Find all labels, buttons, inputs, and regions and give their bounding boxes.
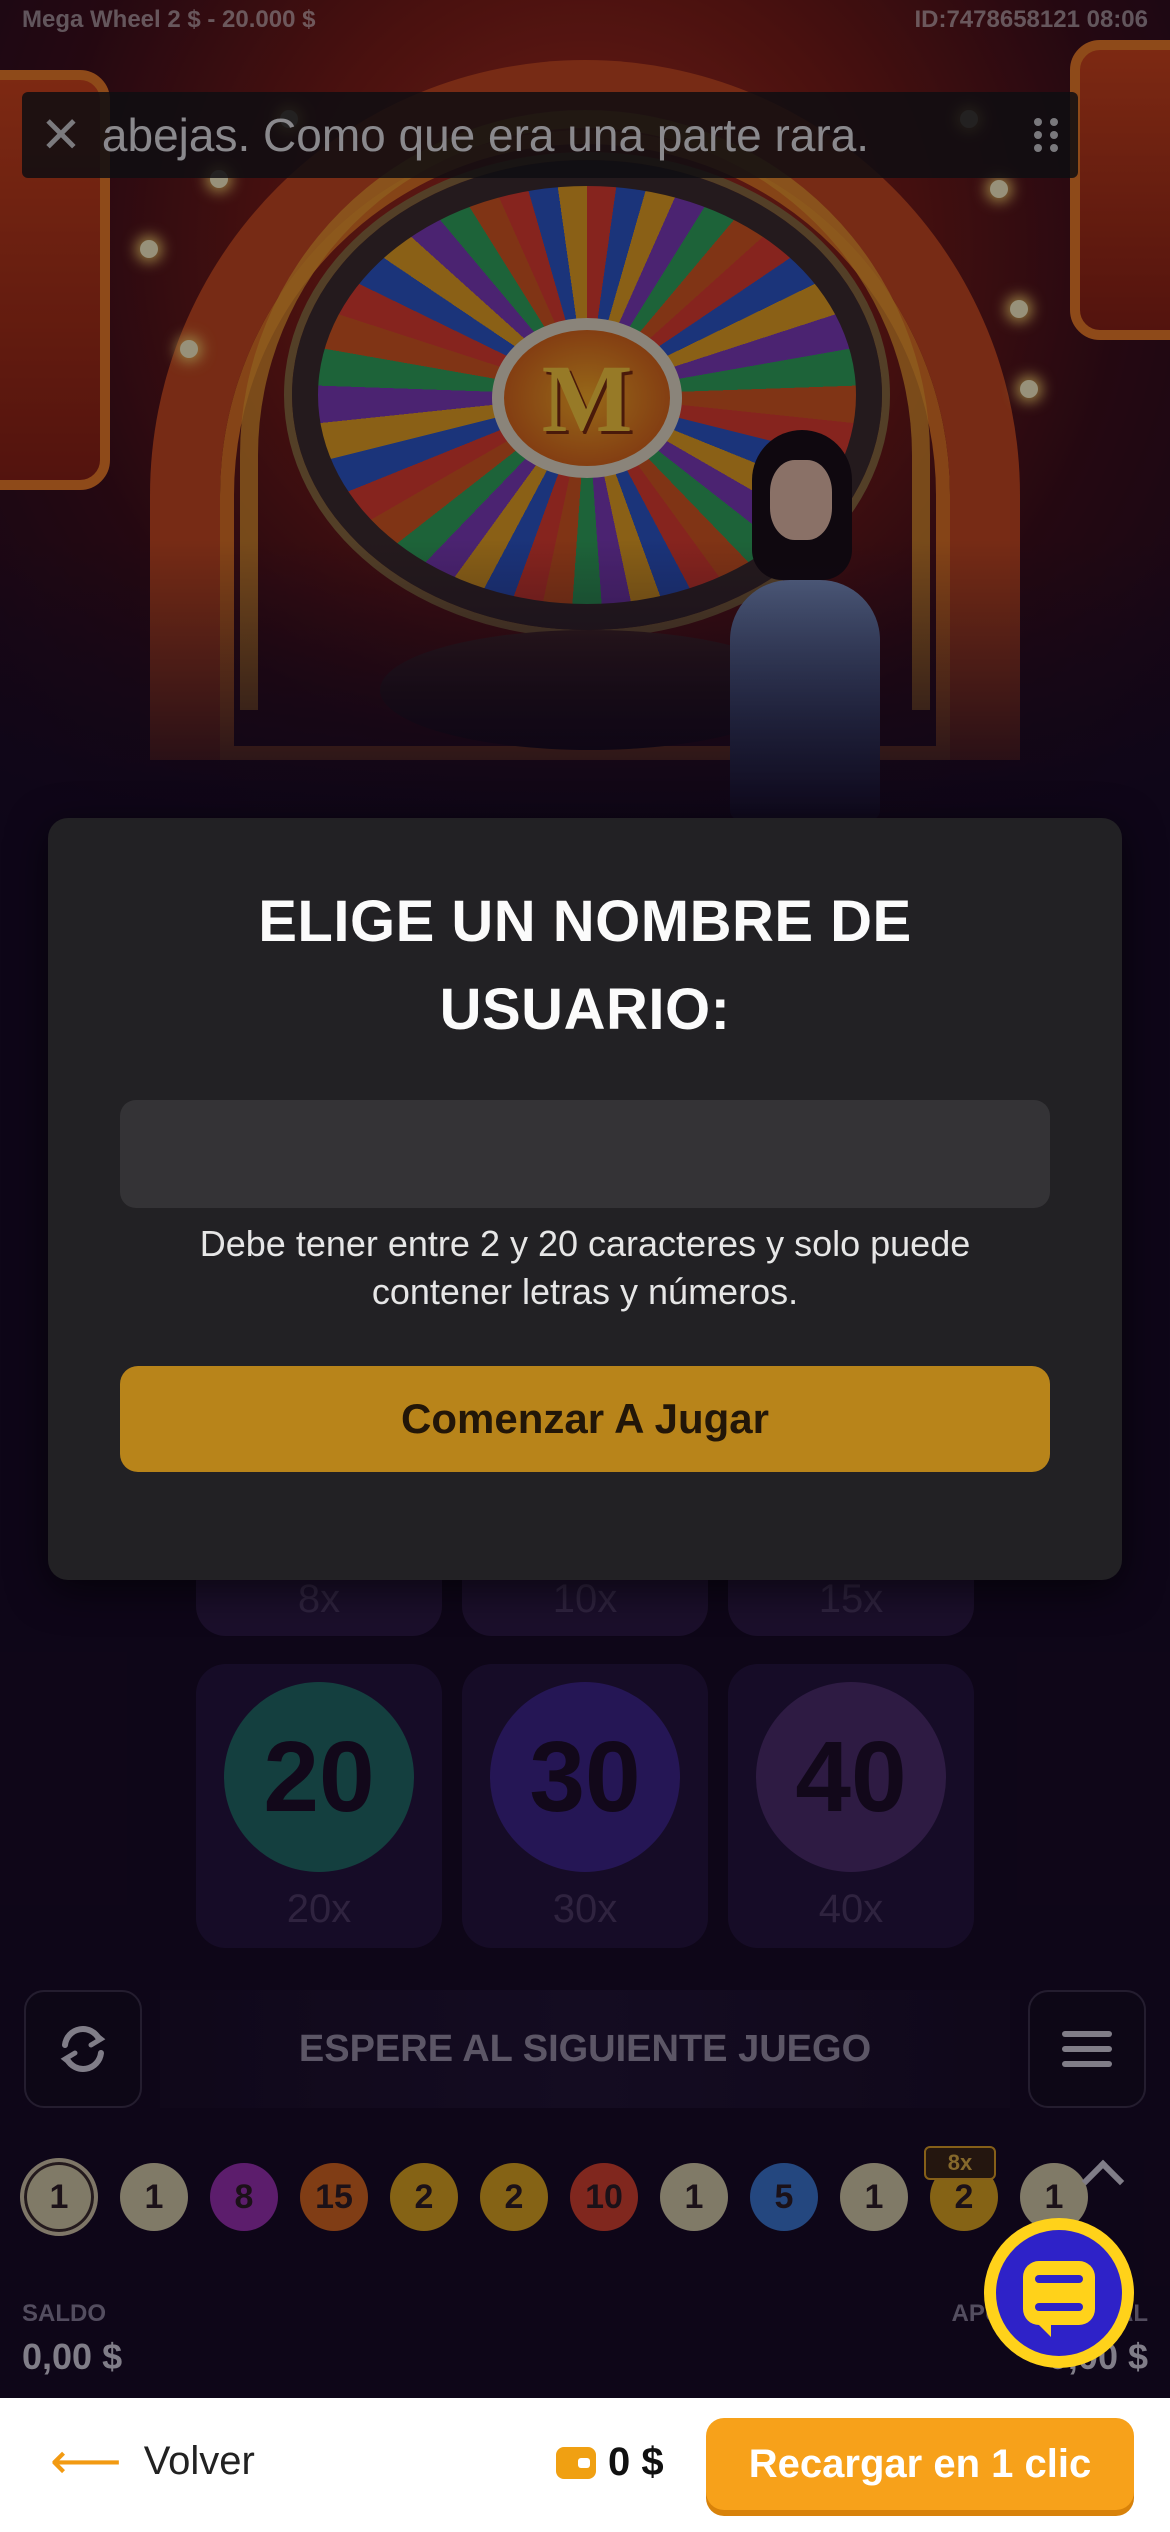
start-playing-button[interactable]: Comenzar A Jugar — [120, 1366, 1050, 1472]
username-hint: Debe tener entre 2 y 20 caracteres y sol… — [199, 1223, 971, 1312]
chat-button[interactable] — [984, 2218, 1134, 2368]
dialog-title: ELIGE UN NOMBRE DE USUARIO: — [258, 889, 912, 1042]
chat-icon — [1023, 2261, 1095, 2337]
back-label: Volver — [143, 2438, 255, 2483]
bottom-bar: ⟵ Volver 0 $ Recargar en 1 clic — [0, 2398, 1170, 2532]
username-input[interactable] — [120, 1100, 1050, 1208]
back-button[interactable]: ⟵ Volver — [50, 2436, 255, 2486]
recharge-button[interactable]: Recargar en 1 clic — [706, 2418, 1134, 2510]
wallet-icon — [556, 2446, 596, 2479]
arrow-left-icon: ⟵ — [50, 2433, 122, 2489]
wallet-balance: 0 $ — [556, 2440, 664, 2485]
username-dialog: ELIGE UN NOMBRE DE USUARIO: Debe tener e… — [48, 818, 1122, 1580]
wallet-amount: 0 $ — [608, 2440, 664, 2484]
